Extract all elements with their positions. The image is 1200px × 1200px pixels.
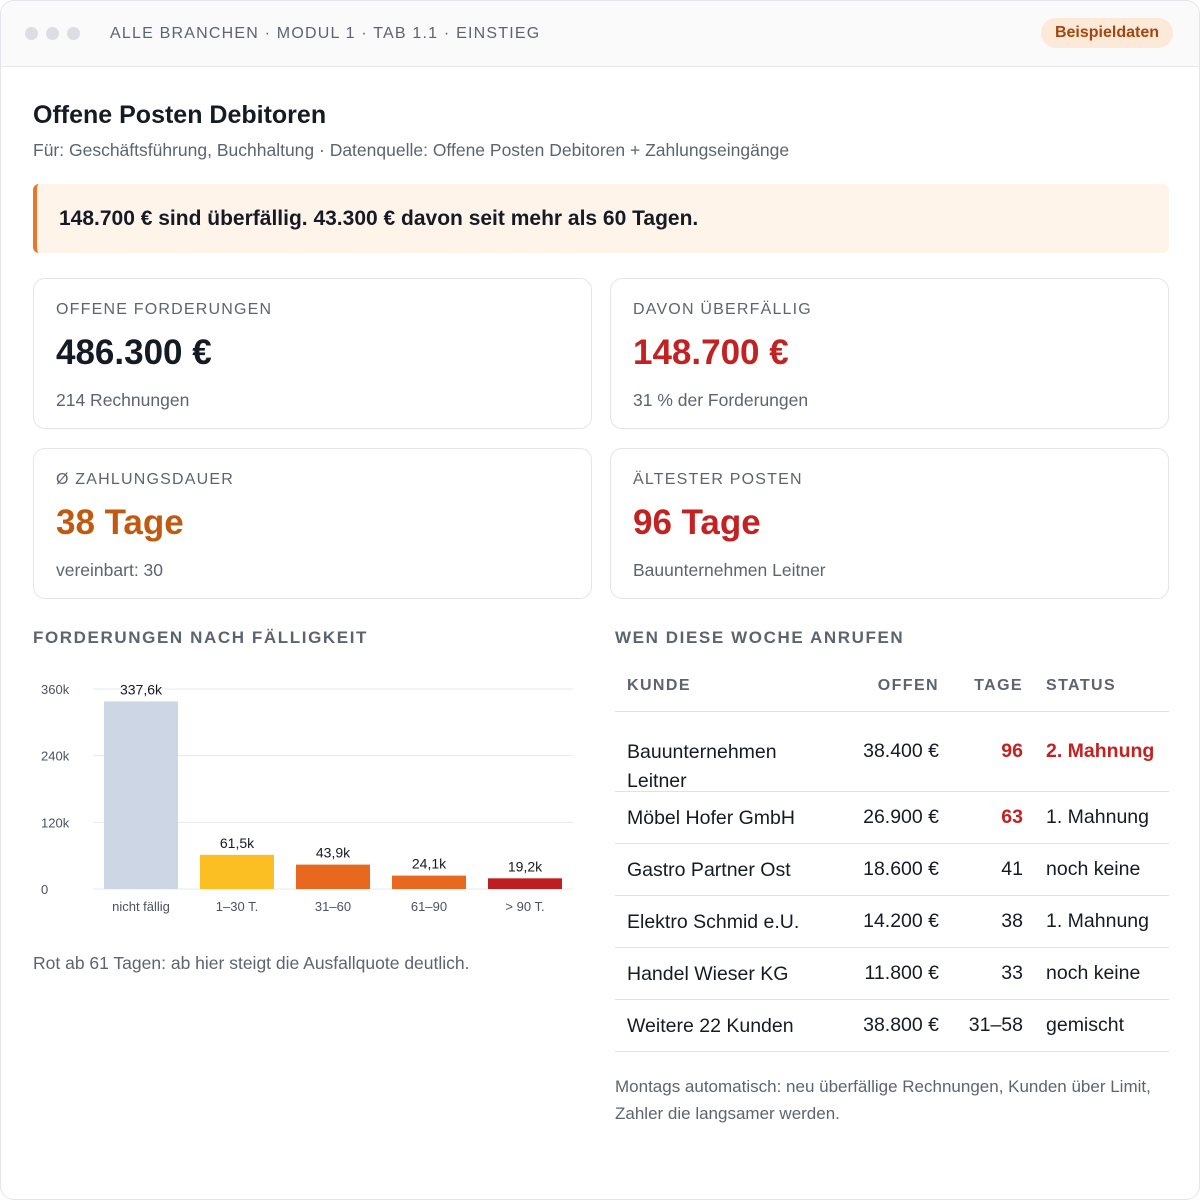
y-tick-label: 240k xyxy=(41,749,70,764)
kpi-sub: 31 % der Forderungen xyxy=(633,390,809,410)
bar-value-label: 337,6k xyxy=(120,681,163,697)
cell-offen: 38.800 € xyxy=(863,1014,939,1036)
zoom-window-dot[interactable] xyxy=(67,27,80,40)
cell-kunde: Handel Wieser KG xyxy=(627,962,789,985)
kpi-label: DAVON ÜBERFÄLLIG xyxy=(633,301,812,318)
kpi-sub: Bauunternehmen Leitner xyxy=(633,560,826,580)
column-header-status: STATUS xyxy=(1046,677,1117,694)
cell-status: 1. Mahnung xyxy=(1046,806,1149,828)
page-subtitle: Für: Geschäftsführung, Buchhaltung · Dat… xyxy=(33,140,790,160)
kpi-label: OFFENE FORDERUNGEN xyxy=(56,301,273,318)
cell-kunde: Weitere 22 Kunden xyxy=(627,1014,794,1037)
window-controls xyxy=(25,27,80,40)
cell-tage: 96 xyxy=(1001,740,1023,762)
cell-status: noch keine xyxy=(1046,858,1141,880)
bar-value-label: 61,5k xyxy=(220,835,255,851)
bar xyxy=(392,875,466,889)
cell-kunde: Elektro Schmid e.U. xyxy=(627,910,800,933)
y-tick-label: 360k xyxy=(41,682,70,697)
x-category-label: 1–30 T. xyxy=(216,899,258,914)
sample-data-badge: Beispieldaten xyxy=(1040,18,1173,48)
table-footnote: Montags automatisch: neu überfällige Rec… xyxy=(615,1077,1151,1123)
bar xyxy=(488,878,562,889)
cell-status: 2. Mahnung xyxy=(1046,740,1155,762)
chart-heading: FORDERUNGEN NACH FÄLLIGKEIT xyxy=(33,628,369,647)
cell-kunde: Gastro Partner Ost xyxy=(627,858,791,881)
kpi-card-payment-duration: Ø ZAHLUNGSDAUER 38 Tage vereinbart: 30 xyxy=(33,448,592,599)
x-category-label: 61–90 xyxy=(411,899,447,914)
cell-tage: 41 xyxy=(1001,858,1023,880)
overdue-alert: 148.700 € sind überfällig. 43.300 € davo… xyxy=(33,184,1169,253)
table-row[interactable]: Weitere 22 Kunden 38.800 € 31–58 gemischt xyxy=(615,999,1169,1051)
column-header-offen: OFFEN xyxy=(877,677,939,694)
bar xyxy=(200,854,274,889)
x-category-label: nicht fällig xyxy=(112,899,170,914)
kpi-value: 148.700 € xyxy=(633,333,789,372)
cell-tage: 33 xyxy=(1001,962,1023,984)
aging-bar-chart: 0 120k 240k 360k 337,6k nicht fällig 61,5k 1–30… xyxy=(41,681,573,914)
page-title: Offene Posten Debitoren xyxy=(33,101,327,129)
cell-status: 1. Mahnung xyxy=(1046,910,1149,932)
breadcrumb: ALLE BRANCHEN · MODUL 1 · TAB 1.1 · EINS… xyxy=(110,24,541,42)
cell-tage: 38 xyxy=(1001,910,1023,932)
kpi-value: 38 Tage xyxy=(56,503,184,542)
table-heading: WEN DIESE WOCHE ANRUFEN xyxy=(615,628,905,647)
bar-value-label: 24,1k xyxy=(412,856,447,872)
table-row[interactable]: Gastro Partner Ost 18.600 € 41 noch keine xyxy=(615,843,1169,895)
cell-kunde: Möbel Hofer GmbH xyxy=(627,806,795,829)
cell-offen: 26.900 € xyxy=(863,806,939,828)
kpi-card-open-receivables: OFFENE FORDERUNGEN 486.300 € 214 Rechnun… xyxy=(33,278,592,429)
kpi-label: ÄLTESTER POSTEN xyxy=(633,471,803,488)
kpi-sub: 214 Rechnungen xyxy=(56,390,190,410)
title-bar: ALLE BRANCHEN · MODUL 1 · TAB 1.1 · EINS… xyxy=(1,1,1199,67)
cell-status: gemischt xyxy=(1046,1014,1125,1036)
close-window-dot[interactable] xyxy=(25,27,38,40)
cell-offen: 38.400 € xyxy=(863,740,939,762)
cell-status: noch keine xyxy=(1046,962,1141,984)
y-tick-label: 120k xyxy=(41,815,70,830)
kpi-value: 486.300 € xyxy=(56,333,212,372)
kpi-card-oldest-item: ÄLTESTER POSTEN 96 Tage Bauunternehmen L… xyxy=(610,448,1169,599)
app-window: ALLE BRANCHEN · MODUL 1 · TAB 1.1 · EINS… xyxy=(0,0,1200,1200)
cell-tage: 63 xyxy=(1001,806,1023,828)
cell-offen: 18.600 € xyxy=(863,858,939,880)
kpi-value: 96 Tage xyxy=(633,503,761,542)
column-header-kunde: KUNDE xyxy=(627,677,691,694)
kpi-card-overdue: DAVON ÜBERFÄLLIG 148.700 € 31 % der Ford… xyxy=(610,278,1169,429)
y-tick-label: 0 xyxy=(41,882,48,897)
x-category-label: > 90 T. xyxy=(505,899,544,914)
cell-tage: 31–58 xyxy=(968,1014,1023,1036)
table-row[interactable]: Elektro Schmid e.U. 14.200 € 38 1. Mahnung xyxy=(615,895,1169,947)
bar xyxy=(296,864,370,889)
chart-note: Rot ab 61 Tagen: ab hier steigt die Ausf… xyxy=(33,953,470,973)
table-bottom-rule xyxy=(615,1051,1169,1052)
cell-kunde: Bauunternehmen Leitner xyxy=(627,740,777,792)
kpi-sub: vereinbart: 30 xyxy=(56,560,164,580)
x-category-label: 31–60 xyxy=(315,899,351,914)
bar xyxy=(104,701,178,889)
table-row[interactable]: Möbel Hofer GmbH 26.900 € 63 1. Mahnung xyxy=(615,791,1169,843)
bar-value-label: 19,2k xyxy=(508,858,543,874)
table-row[interactable]: Handel Wieser KG 11.800 € 33 noch keine xyxy=(615,947,1169,999)
column-header-tage: TAGE xyxy=(974,677,1023,694)
cell-offen: 11.800 € xyxy=(864,962,939,984)
table-row[interactable]: Bauunternehmen Leitner 38.400 € 96 2. Mahnu… xyxy=(615,711,1169,792)
minimize-window-dot[interactable] xyxy=(46,27,59,40)
bar-value-label: 43,9k xyxy=(316,845,351,861)
cell-offen: 14.200 € xyxy=(863,910,939,932)
kpi-label: Ø ZAHLUNGSDAUER xyxy=(56,471,235,488)
overdue-alert-text: 148.700 € sind überfällig. 43.300 € davo… xyxy=(59,206,699,230)
